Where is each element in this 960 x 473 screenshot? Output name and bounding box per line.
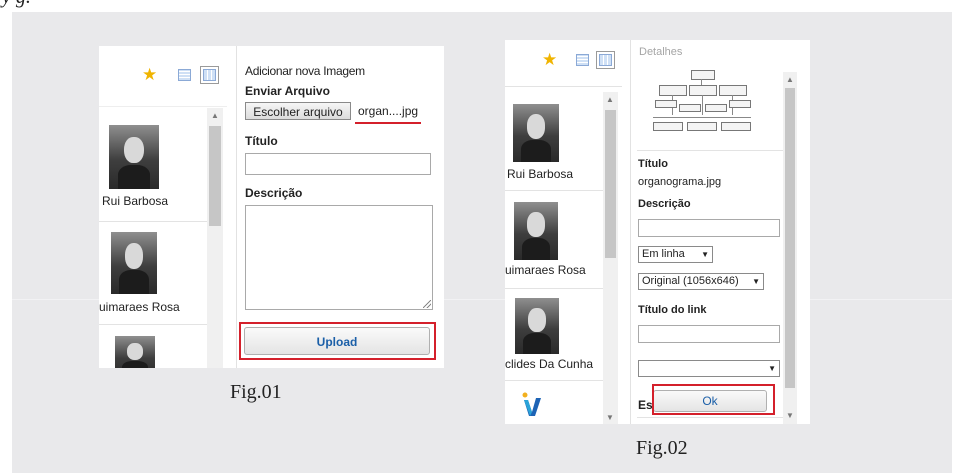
top-fragment-text: y g.	[2, 0, 31, 9]
fig2-details-scrollbar[interactable]: ▲ ▼	[783, 72, 797, 424]
title-label: Título	[638, 158, 668, 170]
title-label: Título	[245, 134, 278, 148]
chevron-down-icon: ▼	[768, 364, 776, 373]
fig2-media-list: ★ Rui Barbosa uimaraes Rosa clides Da Cu…	[505, 40, 622, 424]
details-divider	[637, 417, 783, 418]
star-icon[interactable]: ★	[142, 66, 157, 83]
size-select[interactable]: Original (1056x646) ▼	[638, 273, 764, 290]
fig1-scrollbar[interactable]: ▲	[207, 108, 223, 368]
fig2-list-scrollbar[interactable]: ▲ ▼	[603, 92, 618, 424]
scroll-up-icon[interactable]: ▲	[606, 96, 614, 104]
scroll-down-icon[interactable]: ▼	[606, 414, 614, 422]
list-divider	[99, 221, 207, 222]
top-text-fragment: y g.	[0, 0, 960, 12]
upload-label: Enviar Arquivo	[245, 84, 330, 98]
image-thumbnail	[649, 70, 755, 142]
list-view-icon[interactable]	[576, 54, 589, 66]
fig1-toolbar: ★	[99, 46, 227, 106]
chevron-down-icon: ▼	[752, 277, 760, 286]
scrollbar-thumb[interactable]	[209, 126, 221, 226]
list-view-icon[interactable]	[178, 69, 191, 81]
person-photo	[109, 125, 159, 189]
fig2-caption: Fig.02	[636, 437, 688, 459]
person-name: clides Da Cunha	[505, 357, 594, 371]
resize-grip-icon[interactable]	[423, 300, 431, 308]
title-value: organograma.jpg	[638, 176, 722, 188]
fig2-screenshot: ★ Rui Barbosa uimaraes Rosa clides Da Cu…	[505, 40, 810, 424]
highlight-underline	[355, 122, 421, 124]
list-divider	[505, 288, 603, 289]
person-name: Rui Barbosa	[507, 167, 574, 181]
description-label: Descrição	[638, 198, 691, 210]
person-photo	[115, 336, 155, 368]
alignment-select[interactable]: Em linha ▼	[638, 246, 713, 263]
person-name: Rui Barbosa	[102, 194, 169, 208]
title-input[interactable]	[245, 153, 431, 175]
person-photo	[515, 298, 559, 354]
alignment-select-value: Em linha	[642, 248, 685, 260]
person-photo	[514, 202, 558, 260]
person-name: uimaraes Rosa	[505, 263, 586, 277]
person-name: uimaraes Rosa	[99, 300, 180, 314]
chevron-down-icon: ▼	[701, 250, 709, 259]
fig1-media-list: ★ Rui Barbosa uimaraes Rosa ▲	[99, 46, 227, 368]
person-photo	[513, 104, 559, 162]
selected-file-name: organ....jpg	[358, 104, 419, 118]
highlight-box	[239, 322, 436, 360]
link-title-label: Título do link	[638, 304, 707, 316]
grid-view-icon[interactable]	[200, 66, 219, 84]
highlight-box	[652, 384, 775, 415]
scrollbar-thumb[interactable]	[605, 110, 616, 258]
choose-file-button[interactable]: Escolher arquivo	[245, 102, 351, 120]
size-select-value: Original (1056x646)	[642, 275, 739, 287]
star-icon[interactable]: ★	[542, 51, 557, 68]
scrollbar-thumb[interactable]	[785, 88, 795, 388]
list-divider	[505, 380, 603, 381]
person-photo	[111, 232, 157, 294]
description-textarea[interactable]	[245, 205, 433, 310]
list-divider	[99, 324, 207, 325]
grid-view-icon[interactable]	[596, 51, 615, 69]
link-select[interactable]: ▼	[638, 360, 780, 377]
scroll-up-icon[interactable]: ▲	[786, 76, 794, 84]
details-divider	[637, 150, 783, 151]
scroll-up-icon[interactable]: ▲	[211, 112, 219, 120]
scroll-down-icon[interactable]: ▼	[786, 412, 794, 420]
description-input[interactable]	[638, 219, 780, 237]
link-title-input[interactable]	[638, 325, 780, 343]
fig1-upload-form: Adicionar nova Imagem Enviar Arquivo Esc…	[236, 46, 444, 368]
toolbar-divider	[505, 86, 622, 87]
fig1-screenshot: ★ Rui Barbosa uimaraes Rosa ▲ Adicionar …	[99, 46, 444, 368]
form-heading: Adicionar nova Imagem	[245, 64, 365, 78]
partial-label: Es	[638, 398, 653, 412]
details-heading: Detalhes	[639, 46, 683, 58]
fig1-caption: Fig.01	[230, 381, 282, 403]
description-label: Descrição	[245, 186, 303, 200]
list-divider	[505, 190, 603, 191]
logo-icon	[522, 392, 541, 416]
